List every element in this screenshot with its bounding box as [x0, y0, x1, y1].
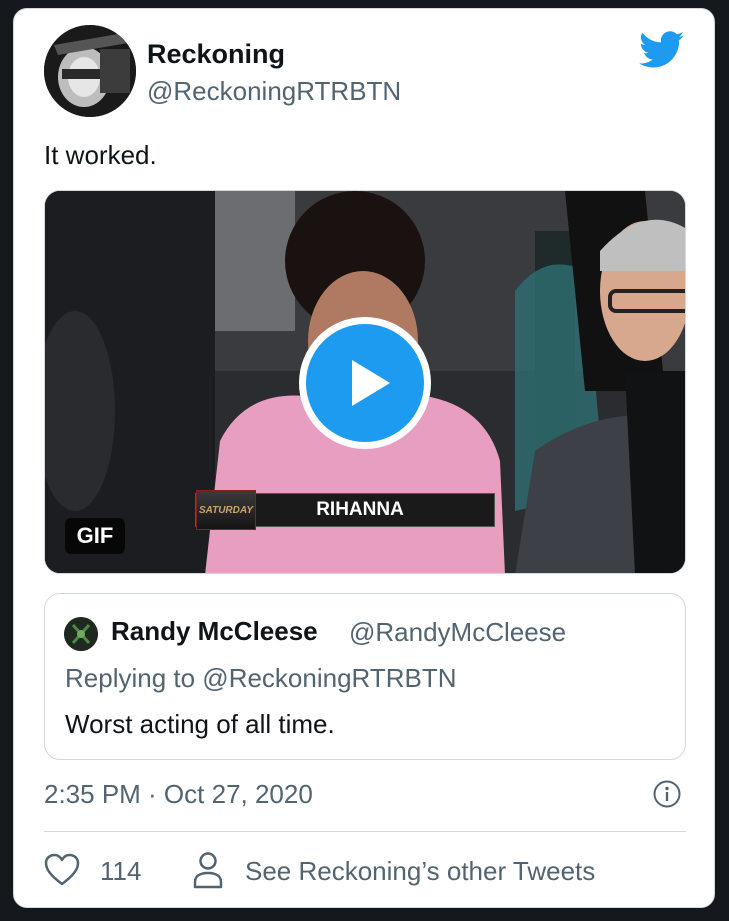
- tweet-timestamp[interactable]: 2:35 PM · Oct 27, 2020: [44, 779, 313, 810]
- gif-badge: GIF: [65, 518, 125, 554]
- heart-icon[interactable]: [44, 853, 80, 887]
- twitter-bird-icon[interactable]: [639, 31, 685, 69]
- quoted-tweet-text: Worst acting of all time.: [65, 709, 335, 739]
- quoted-author-handle[interactable]: @RandyMcCleese: [349, 617, 566, 648]
- gif-media[interactable]: SATURDAY RIHANNA GIF: [44, 190, 686, 574]
- quoted-author-avatar[interactable]: [64, 617, 98, 651]
- like-count[interactable]: 114: [100, 856, 141, 887]
- person-icon[interactable]: [192, 851, 224, 889]
- play-icon[interactable]: [306, 324, 424, 442]
- quoted-tweet[interactable]: Randy McCleese @RandyMcCleese Replying t…: [44, 593, 686, 760]
- reply-context: Replying to @ReckoningRTRBTN: [65, 663, 457, 693]
- author-avatar[interactable]: [44, 25, 136, 117]
- banner-logo: SATURDAY: [196, 490, 256, 530]
- tweet-card: Reckoning @ReckoningRTRBTN It worked. SA…: [13, 8, 715, 908]
- play-button-circle[interactable]: [306, 324, 424, 442]
- quoted-author-name[interactable]: Randy McCleese: [111, 616, 318, 647]
- name-banner: SATURDAY RIHANNA: [195, 490, 495, 530]
- author-handle[interactable]: @ReckoningRTRBTN: [147, 76, 401, 107]
- tweet-text: It worked.: [44, 140, 157, 170]
- banner-name: RIHANNA: [316, 499, 404, 520]
- play-button[interactable]: [299, 317, 431, 449]
- info-icon[interactable]: [652, 779, 682, 809]
- author-name[interactable]: Reckoning: [147, 39, 285, 70]
- divider: [44, 831, 686, 832]
- see-other-tweets-link[interactable]: See Reckoning’s other Tweets: [245, 856, 595, 887]
